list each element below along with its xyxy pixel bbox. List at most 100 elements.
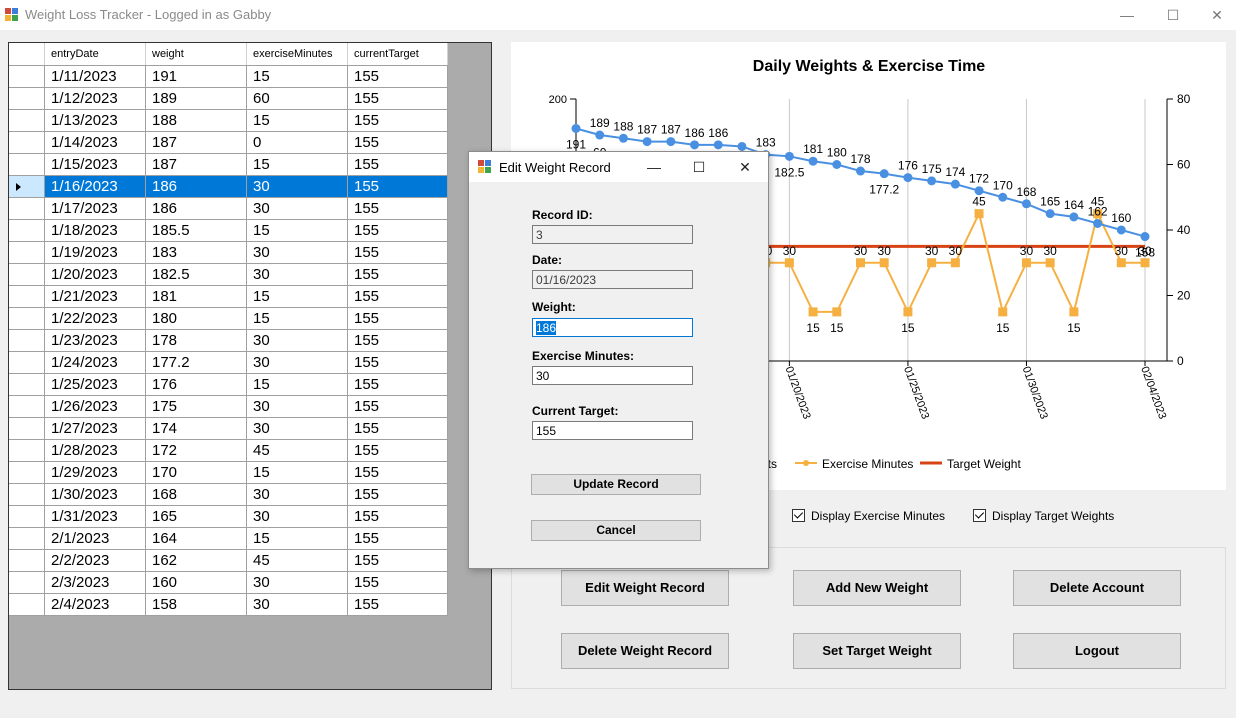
cell-exerciseminutes[interactable]: 45 <box>246 439 348 462</box>
cell-currenttarget[interactable]: 155 <box>347 285 448 308</box>
row-header[interactable] <box>9 329 45 352</box>
cell-entrydate[interactable]: 1/20/2023 <box>44 263 146 286</box>
column-header-entrydate[interactable]: entryDate <box>44 43 146 66</box>
cell-entrydate[interactable]: 1/18/2023 <box>44 219 146 242</box>
row-header[interactable] <box>9 241 45 264</box>
cell-weight[interactable]: 168 <box>145 483 247 506</box>
cell-exerciseminutes[interactable]: 30 <box>246 483 348 506</box>
checkbox-exercise-box[interactable] <box>792 509 805 522</box>
cell-exerciseminutes[interactable]: 15 <box>246 109 348 132</box>
cell-entrydate[interactable]: 1/31/2023 <box>44 505 146 528</box>
minimize-button[interactable]: — <box>1104 0 1150 30</box>
cell-entrydate[interactable]: 1/14/2023 <box>44 131 146 154</box>
row-header[interactable] <box>9 549 45 572</box>
cell-exerciseminutes[interactable]: 15 <box>246 527 348 550</box>
cell-entrydate[interactable]: 1/27/2023 <box>44 417 146 440</box>
row-header[interactable] <box>9 109 45 132</box>
cell-weight[interactable]: 158 <box>145 593 247 616</box>
cell-exerciseminutes[interactable]: 30 <box>246 593 348 616</box>
cell-exerciseminutes[interactable]: 30 <box>246 395 348 418</box>
row-header[interactable] <box>9 373 45 396</box>
cell-exerciseminutes[interactable]: 60 <box>246 87 348 110</box>
update-record-button[interactable]: Update Record <box>531 474 701 495</box>
table-row[interactable]: 1/24/2023 177.2 30 155 <box>9 351 448 374</box>
table-row[interactable]: 1/11/2023 191 15 155 <box>9 65 448 88</box>
cell-entrydate[interactable]: 1/15/2023 <box>44 153 146 176</box>
cell-weight[interactable]: 178 <box>145 329 247 352</box>
add-new-weight-button[interactable]: Add New Weight <box>793 570 961 606</box>
cell-entrydate[interactable]: 1/24/2023 <box>44 351 146 374</box>
cell-currenttarget[interactable]: 155 <box>347 549 448 572</box>
cell-entrydate[interactable]: 1/22/2023 <box>44 307 146 330</box>
column-header-exerciseminutes[interactable]: exerciseMinutes <box>246 43 348 66</box>
cell-weight[interactable]: 165 <box>145 505 247 528</box>
cell-exerciseminutes[interactable]: 15 <box>246 307 348 330</box>
set-target-weight-button[interactable]: Set Target Weight <box>793 633 961 669</box>
cell-entrydate[interactable]: 1/12/2023 <box>44 87 146 110</box>
row-header[interactable] <box>9 285 45 308</box>
exercise-minutes-field[interactable]: 30 <box>532 366 693 385</box>
cell-exerciseminutes[interactable]: 15 <box>246 153 348 176</box>
cell-weight[interactable]: 186 <box>145 175 247 198</box>
cell-weight[interactable]: 182.5 <box>145 263 247 286</box>
current-target-field[interactable]: 155 <box>532 421 693 440</box>
table-row[interactable]: 1/15/2023 187 15 155 <box>9 153 448 176</box>
cell-exerciseminutes[interactable]: 15 <box>246 219 348 242</box>
cell-currenttarget[interactable]: 155 <box>347 527 448 550</box>
cell-exerciseminutes[interactable]: 15 <box>246 65 348 88</box>
cell-weight[interactable]: 174 <box>145 417 247 440</box>
table-row[interactable]: 1/16/2023 186 30 155 <box>9 175 448 198</box>
cell-entrydate[interactable]: 1/11/2023 <box>44 65 146 88</box>
cell-entrydate[interactable]: 1/29/2023 <box>44 461 146 484</box>
cell-currenttarget[interactable]: 155 <box>347 593 448 616</box>
checkbox-target-box[interactable] <box>973 509 986 522</box>
cell-currenttarget[interactable]: 155 <box>347 263 448 286</box>
cell-weight[interactable]: 183 <box>145 241 247 264</box>
table-row[interactable]: 1/14/2023 187 0 155 <box>9 131 448 154</box>
table-row[interactable]: 1/25/2023 176 15 155 <box>9 373 448 396</box>
row-header[interactable] <box>9 461 45 484</box>
cell-currenttarget[interactable]: 155 <box>347 373 448 396</box>
dialog-close-button[interactable]: ✕ <box>723 152 767 182</box>
table-row[interactable]: 1/22/2023 180 15 155 <box>9 307 448 330</box>
cell-weight[interactable]: 191 <box>145 65 247 88</box>
row-header[interactable] <box>9 505 45 528</box>
cell-weight[interactable]: 188 <box>145 109 247 132</box>
cell-weight[interactable]: 160 <box>145 571 247 594</box>
table-row[interactable]: 1/19/2023 183 30 155 <box>9 241 448 264</box>
cell-currenttarget[interactable]: 155 <box>347 241 448 264</box>
display-target-checkbox[interactable]: Display Target Weights <box>973 509 1114 523</box>
cell-entrydate[interactable]: 1/28/2023 <box>44 439 146 462</box>
cell-weight[interactable]: 189 <box>145 87 247 110</box>
cell-exerciseminutes[interactable]: 0 <box>246 131 348 154</box>
table-row[interactable]: 1/13/2023 188 15 155 <box>9 109 448 132</box>
cell-exerciseminutes[interactable]: 15 <box>246 373 348 396</box>
table-row[interactable]: 1/21/2023 181 15 155 <box>9 285 448 308</box>
edit-weight-record-button[interactable]: Edit Weight Record <box>561 570 729 606</box>
cell-exerciseminutes[interactable]: 30 <box>246 329 348 352</box>
cell-entrydate[interactable]: 1/30/2023 <box>44 483 146 506</box>
row-header[interactable] <box>9 197 45 220</box>
cell-currenttarget[interactable]: 155 <box>347 417 448 440</box>
row-header[interactable] <box>9 87 45 110</box>
cell-entrydate[interactable]: 1/16/2023 <box>44 175 146 198</box>
row-header[interactable] <box>9 527 45 550</box>
row-header[interactable] <box>9 395 45 418</box>
cell-entrydate[interactable]: 2/1/2023 <box>44 527 146 550</box>
row-header[interactable] <box>9 483 45 506</box>
cell-entrydate[interactable]: 1/19/2023 <box>44 241 146 264</box>
table-row[interactable]: 1/26/2023 175 30 155 <box>9 395 448 418</box>
row-header[interactable] <box>9 571 45 594</box>
cancel-button[interactable]: Cancel <box>531 520 701 541</box>
row-header[interactable] <box>9 263 45 286</box>
row-header[interactable] <box>9 593 45 616</box>
row-header[interactable] <box>9 65 45 88</box>
cell-weight[interactable]: 162 <box>145 549 247 572</box>
cell-exerciseminutes[interactable]: 30 <box>246 351 348 374</box>
display-exercise-checkbox[interactable]: Display Exercise Minutes <box>792 509 945 523</box>
cell-exerciseminutes[interactable]: 45 <box>246 549 348 572</box>
edit-weight-record-dialog[interactable]: Edit Weight Record — ☐ ✕ Record ID: 3 Da… <box>468 151 769 569</box>
cell-exerciseminutes[interactable]: 30 <box>246 417 348 440</box>
cell-weight[interactable]: 170 <box>145 461 247 484</box>
cell-entrydate[interactable]: 1/23/2023 <box>44 329 146 352</box>
